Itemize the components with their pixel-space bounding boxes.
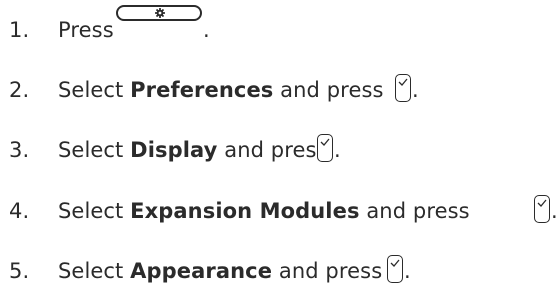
step-text: Select Expansion Modules and press (58, 199, 470, 223)
step-text: Select Appearance and press (58, 259, 382, 283)
menu-item-name: Appearance (130, 259, 273, 283)
step-text: Select Preferences and press (58, 78, 384, 102)
step-period: . (203, 18, 210, 42)
step-text-after: and press (359, 199, 470, 223)
step-period: . (551, 199, 558, 223)
menu-item-name: Display (130, 138, 218, 162)
step-text-before: Select (58, 138, 131, 162)
settings-gear-key-icon (116, 5, 202, 21)
checkmark-select-key-icon (534, 195, 550, 223)
step-number: 3. (9, 138, 30, 162)
step-text-before: Press (58, 18, 114, 42)
step-text: Select Display and press (58, 138, 328, 162)
step-text-after: and press (273, 78, 384, 102)
step-text-after: and press (272, 259, 383, 283)
step-text-before: Select (58, 199, 131, 223)
step-text-before: Select (58, 259, 131, 283)
step-period: . (412, 78, 419, 102)
step-text: Press (58, 18, 114, 42)
step-text-before: Select (58, 78, 131, 102)
step-number: 4. (9, 199, 30, 223)
menu-item-name: Preferences (130, 78, 274, 102)
checkmark-select-key-icon (395, 74, 411, 102)
menu-item-name: Expansion Modules (130, 199, 360, 223)
checkmark-select-key-icon (317, 134, 333, 162)
step-period: . (404, 259, 411, 283)
step-text-after: and press (217, 138, 328, 162)
step-period: . (334, 138, 341, 162)
step-number: 2. (9, 78, 30, 102)
step-number: 1. (9, 18, 30, 42)
checkmark-select-key-icon (387, 255, 403, 283)
step-number: 5. (9, 259, 30, 283)
